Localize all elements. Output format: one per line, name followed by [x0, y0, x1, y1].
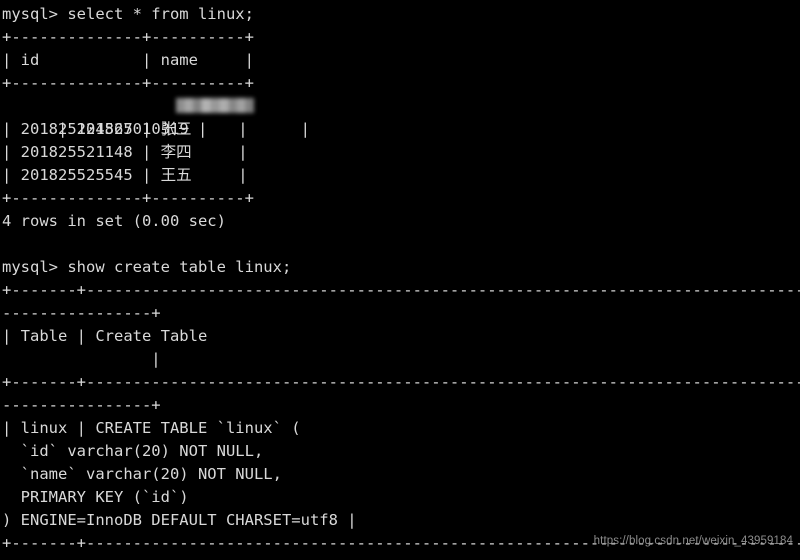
- terminal-line-sc-border-mid-b: ----------------+: [2, 396, 161, 414]
- terminal-line-sc-border-top-b: ----------------+: [2, 304, 161, 322]
- terminal-line-sel-border-mid: +--------------+----------+: [2, 74, 254, 92]
- terminal-line-cmd-select: mysql> select * from linux;: [2, 5, 254, 23]
- terminal-line-sc-body-2: `id` varchar(20) NOT NULL,: [2, 442, 264, 460]
- terminal-line-sc-header-a: | Table | Create Table: [2, 327, 208, 345]
- watermark-text: https://blog.csdn.net/weixin_43959184: [593, 535, 793, 547]
- terminal-line-sc-border-bot-b: ----------------+: [2, 555, 800, 560]
- terminal-line-blank-1: [2, 233, 800, 256]
- terminal-line-sel-header: | id | name |: [2, 51, 254, 69]
- terminal-line-cmd-show-create: mysql> show create table linux;: [2, 258, 292, 276]
- terminal-line-sel-result: 4 rows in set (0.00 sec): [2, 212, 226, 230]
- terminal-line-sc-body-4: PRIMARY KEY (`id`): [2, 488, 189, 506]
- terminal-window[interactable]: mysql> select * from linux; +-----------…: [0, 0, 800, 560]
- terminal-line-sel-row-4: | 201825525545 | 王五 |: [2, 166, 248, 184]
- terminal-line-sel-row-3: | 201825521148 | 李四 |: [2, 143, 248, 161]
- terminal-line-sel-row-1: | 201825010319 | |: [2, 95, 800, 138]
- terminal-line-sc-border-mid-a: +-------+-------------------------------…: [2, 373, 800, 391]
- redacted-name-block: [176, 98, 254, 113]
- terminal-line-sc-border-top-a: +-------+-------------------------------…: [2, 281, 800, 299]
- terminal-line-sel-border-top: +--------------+----------+: [2, 28, 254, 46]
- table-row-text: | 201825010319 | |: [58, 120, 310, 138]
- terminal-line-sc-body-1: | linux | CREATE TABLE `linux` (: [2, 419, 301, 437]
- terminal-line-sc-body-3: `name` varchar(20) NOT NULL,: [2, 465, 282, 483]
- terminal-screen[interactable]: mysql> select * from linux; +-----------…: [0, 0, 800, 560]
- terminal-line-sc-header-b: |: [2, 350, 161, 368]
- terminal-line-sc-body-5: ) ENGINE=InnoDB DEFAULT CHARSET=utf8 |: [2, 511, 357, 529]
- terminal-line-sel-border-bottom: +--------------+----------+: [2, 189, 254, 207]
